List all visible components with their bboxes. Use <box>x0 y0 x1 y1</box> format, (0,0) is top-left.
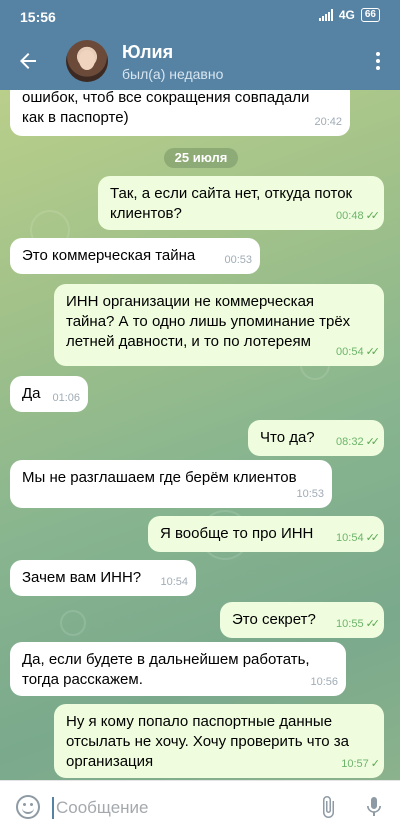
message-outgoing[interactable]: ИНН организации не коммерческая тайна? А… <box>54 284 384 366</box>
message-incoming[interactable]: Мы не разглашаем где берём клиентов 10:5… <box>10 460 332 508</box>
battery-level: 66 <box>364 9 376 20</box>
network-type: 4G <box>338 8 355 22</box>
avatar[interactable] <box>66 40 108 82</box>
message-input[interactable] <box>56 797 296 819</box>
double-check-icon: ✓✓ <box>365 210 381 222</box>
status-bar: 15:56 4G 66 <box>0 0 400 32</box>
message-incoming[interactable]: ошибок, чтоб все сокращения совпадали ка… <box>10 90 350 136</box>
status-indicators: 4G 66 <box>318 8 380 22</box>
double-check-icon: ✓✓ <box>365 618 381 630</box>
message-text: ошибок, чтоб все сокращения совпадали ка… <box>22 90 310 126</box>
message-text: ИНН организации не коммерческая тайна? А… <box>66 293 351 350</box>
message-text: Мы не разглашаем где берём клиентов <box>22 469 297 486</box>
message-incoming[interactable]: Да, если будете в дальнейшем работать, т… <box>10 642 346 696</box>
message-outgoing[interactable]: Я вообще то про ИНН 10:54 ✓✓ <box>148 516 384 552</box>
message-outgoing[interactable]: Что да? 08:32 ✓✓ <box>248 420 384 456</box>
message-incoming[interactable]: Да 01:06 <box>10 376 88 412</box>
more-vertical-icon[interactable] <box>376 52 380 73</box>
message-text: Так, а если сайта нет, откуда поток клие… <box>110 185 353 222</box>
chat-header: Юлия был(а) недавно <box>0 32 400 90</box>
message-input-bar <box>0 780 400 832</box>
microphone-icon[interactable] <box>362 793 386 821</box>
message-time: 10:54 <box>160 576 188 588</box>
message-time: 10:54 ✓✓ <box>336 528 381 548</box>
double-check-icon: ✓✓ <box>365 346 381 358</box>
message-time: 00:54 ✓✓ <box>336 342 381 362</box>
message-incoming[interactable]: Зачем вам ИНН? 10:54 <box>10 560 196 596</box>
message-time: 20:42 <box>314 116 342 128</box>
battery-icon: 66 <box>360 8 380 22</box>
message-outgoing[interactable]: Так, а если сайта нет, откуда поток клие… <box>98 176 384 230</box>
message-time: 00:53 <box>224 254 252 266</box>
message-time: 10:55 ✓✓ <box>336 614 381 634</box>
message-time: 08:32 ✓✓ <box>336 432 381 452</box>
chat-messages[interactable]: ошибок, чтоб все сокращения совпадали ка… <box>0 90 400 780</box>
message-text: Это коммерческая тайна <box>22 247 196 264</box>
double-check-icon: ✓✓ <box>365 532 381 544</box>
text-cursor <box>52 797 54 819</box>
message-time: 10:57 ✓ <box>341 754 380 774</box>
status-time: 15:56 <box>20 9 56 25</box>
message-time: 10:56 <box>310 676 338 688</box>
emoji-icon[interactable] <box>16 795 40 819</box>
message-outgoing[interactable]: Ну я кому попало паспортные данные отсыл… <box>54 704 384 778</box>
attach-icon[interactable] <box>316 793 340 821</box>
back-arrow-icon[interactable] <box>16 49 40 73</box>
message-text: Да, если будете в дальнейшем работать, т… <box>22 651 310 688</box>
message-time: 00:48 ✓✓ <box>336 206 381 226</box>
message-time: 10:53 <box>296 488 324 500</box>
message-time: 01:06 <box>52 392 80 404</box>
date-separator: 25 июля <box>164 148 238 168</box>
message-outgoing[interactable]: Это секрет? 10:55 ✓✓ <box>220 602 384 638</box>
contact-name[interactable]: Юлия <box>122 42 173 63</box>
single-check-icon: ✓ <box>370 758 380 770</box>
last-seen-status: был(а) недавно <box>122 66 224 82</box>
double-check-icon: ✓✓ <box>365 436 381 448</box>
message-text: Ну я кому попало паспортные данные отсыл… <box>66 713 350 770</box>
signal-icon <box>318 9 333 21</box>
message-incoming[interactable]: Это коммерческая тайна 00:53 <box>10 238 260 274</box>
